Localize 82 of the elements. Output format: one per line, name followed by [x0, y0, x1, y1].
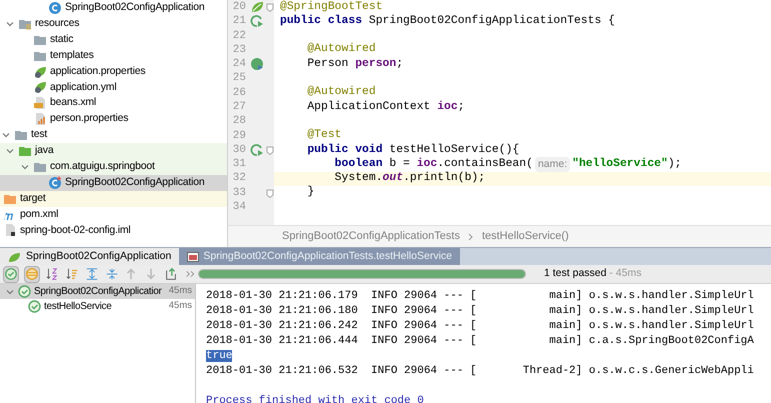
- test-status: 1 test passed: [544, 266, 606, 282]
- run-icon: [250, 143, 264, 158]
- tree-item[interactable]: application.yml: [0, 79, 227, 96]
- xml-file-icon: [33, 96, 47, 110]
- log-line: 2018-01-30 21:21:06.180 INFO 29064 --- [ main] o.s.w.s.handler.SimpleUrl: [206, 305, 754, 317]
- code-line: }: [306, 186, 316, 200]
- log-line: 2018-01-30 21:21:06.242 INFO 29064 --- [ main] o.s.w.s.handler.SimpleUrl: [206, 320, 754, 332]
- test-class-icon: [48, 176, 62, 190]
- line-number: 21: [232, 14, 246, 30]
- ignored-filter-icon: [25, 267, 39, 281]
- log-line: 2018-01-30 21:21:06.179 INFO 29064 --- [ main] o.s.w.s.handler.SimpleUrl: [206, 290, 754, 302]
- properties-file-icon: [33, 112, 47, 126]
- tree-item[interactable]: target: [0, 190, 227, 207]
- test-tree-item[interactable]: testHelloService 45ms: [0, 299, 195, 314]
- test-time: 45ms: [168, 299, 192, 314]
- line-number: 34: [232, 200, 246, 216]
- breadcrumb-item[interactable]: testHelloService(): [482, 228, 569, 245]
- tree-item[interactable]: com.atguigu.springboot: [0, 158, 227, 175]
- line-number: 28: [232, 114, 246, 130]
- expand-all-icon: [84, 267, 99, 281]
- test-duration: - 45ms: [608, 266, 642, 282]
- code-line: public void testHelloService(){: [306, 142, 520, 158]
- tree-item[interactable]: templates: [0, 48, 227, 64]
- test-tree-item[interactable]: SpringBoot02ConfigApplicatior 45ms: [0, 284, 195, 299]
- module-file-icon: [3, 223, 17, 238]
- line-number: 27: [232, 100, 246, 115]
- line-number: 32: [232, 171, 246, 186]
- code-line: @SpringBootTest: [279, 0, 384, 14]
- tree-item[interactable]: person.properties: [0, 111, 227, 128]
- line-number: 26: [232, 86, 246, 101]
- log-line: 2018-01-30 21:21:06.532 INFO 29064 --- [ Thread-2] o.s.w.c.s.GenericWebAppli: [206, 365, 754, 377]
- passed-check-icon: [28, 300, 41, 313]
- tree-item[interactable]: resources: [0, 16, 227, 32]
- tree-item[interactable]: beans.xml: [0, 95, 227, 112]
- run-tab[interactable]: SpringBoot02ConfigApplication: [0, 248, 180, 265]
- leaf-icon: [8, 250, 22, 262]
- code-line: Person person;: [306, 57, 404, 72]
- breadcrumb-item[interactable]: SpringBoot02ConfigApplicationTests: [282, 228, 460, 245]
- code-line: boolean b = ioc.containsBean( name: "helloService");: [274, 157, 771, 172]
- run-icon: [250, 14, 264, 28]
- line-number: 33: [232, 186, 246, 201]
- code-line: public class SpringBoot02ConfigApplicationTests {: [279, 14, 616, 29]
- line-number: 24: [232, 57, 246, 72]
- test-time: 45ms: [168, 284, 192, 298]
- toolbar-button[interactable]: [45, 266, 60, 282]
- toolbar-button[interactable]: [84, 266, 100, 282]
- chevron-icon: [468, 232, 474, 240]
- tree-item[interactable]: pom.xml: [0, 206, 227, 222]
- log-line: 2018-01-30 21:21:06.444 INFO 29064 --- [ main] c.a.s.SpringBoot02ConfigA: [206, 335, 754, 347]
- spring-leaf-icon: [250, 0, 264, 14]
- sort-alphabetically-icon: [45, 267, 60, 281]
- program-output: true: [206, 350, 232, 362]
- code-line: @Autowired: [306, 86, 377, 100]
- test-run-icon: [187, 252, 200, 262]
- line-number: 20: [232, 0, 246, 15]
- passed-filter-icon: [4, 267, 18, 281]
- exit-message: Process finished with exit code 0: [206, 395, 424, 403]
- test-name: SpringBoot02ConfigApplicatior: [34, 285, 162, 299]
- toolbar-button[interactable]: [164, 266, 178, 282]
- sort-by-duration-icon: [65, 267, 80, 281]
- line-number: 29: [232, 128, 246, 144]
- line-number: 23: [232, 42, 246, 58]
- folder-icon: [14, 128, 28, 142]
- tree-item[interactable]: SpringBoot02ConfigApplication: [0, 0, 227, 16]
- code-line: @Autowired: [306, 42, 377, 58]
- tree-item[interactable]: java: [0, 143, 227, 159]
- collapse-all-icon: [104, 267, 119, 281]
- line-number: 25: [232, 71, 246, 86]
- tree-item[interactable]: test: [0, 127, 227, 144]
- line-number: 30: [232, 142, 246, 158]
- tree-item[interactable]: application.properties: [0, 64, 227, 80]
- line-number: 31: [232, 157, 246, 172]
- leaf-icon: [33, 64, 47, 78]
- code-line: @Test: [306, 128, 343, 143]
- tree-item[interactable]: SpringBoot02ConfigApplication: [0, 174, 227, 191]
- tree-item[interactable]: spring-boot-02-config.iml: [0, 222, 227, 238]
- export-icon: [164, 267, 178, 281]
- code-line: ApplicationContext ioc;: [306, 100, 466, 114]
- tree-item[interactable]: static: [0, 32, 227, 48]
- line-number: 22: [232, 28, 246, 44]
- test-name: testHelloService: [44, 300, 112, 314]
- leaf-icon: [33, 80, 47, 94]
